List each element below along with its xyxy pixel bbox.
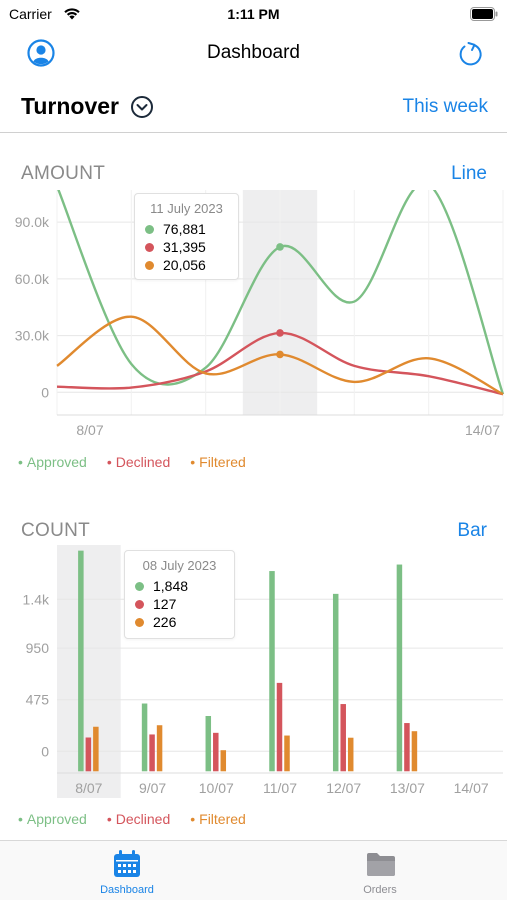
- bar-declined: [404, 723, 410, 772]
- x-tick-label: 14/07: [454, 780, 489, 796]
- declined-dot: [145, 242, 154, 252]
- legend-filtered-label: Filtered: [199, 454, 246, 470]
- count-legend: • Approved • Declined • Filtered: [18, 811, 246, 827]
- count-chart-type-button[interactable]: Bar: [457, 520, 487, 542]
- approved-dot: [145, 224, 154, 234]
- y-tick-label: 950: [26, 640, 50, 656]
- amount-tooltip-approved-row: 76,881: [135, 220, 238, 238]
- bar-approved: [269, 571, 275, 772]
- bar-filtered: [156, 725, 163, 772]
- page-title: Dashboard: [207, 42, 300, 63]
- legend-approved: • Approved: [18, 811, 87, 827]
- amount-tooltip-declined: 31,395: [163, 239, 206, 255]
- x-tick-label: 11/07: [263, 780, 297, 796]
- legend-approved-label: Approved: [26, 811, 87, 827]
- bar-filtered: [347, 737, 354, 772]
- x-tick-label: 14/07: [465, 422, 500, 438]
- x-tick-label: 10/07: [199, 780, 234, 796]
- bar-filtered: [411, 731, 418, 772]
- legend-declined-label: Declined: [115, 811, 171, 827]
- amount-legend: • Approved • Declined • Filtered: [18, 454, 246, 470]
- bar-filtered: [284, 735, 290, 772]
- count-section-title: COUNT: [21, 520, 91, 541]
- y-tick-label: 475: [26, 692, 50, 708]
- highlight-point-approved: [276, 243, 284, 251]
- navigation-bar: Dashboard: [0, 32, 507, 76]
- bar-declined: [213, 732, 219, 772]
- count-tooltip-filtered: 226: [153, 614, 177, 630]
- count-bar-chart: 0 475 950 1.4k 8/07 9/07 10/07 11/07 12/07 13/07 1…: [23, 545, 503, 798]
- count-tooltip-filtered-row: 226: [125, 613, 234, 631]
- legend-filtered-label: Filtered: [199, 811, 246, 827]
- x-tick-label: 9/07: [139, 780, 166, 796]
- calendar-icon: [114, 850, 140, 877]
- turnover-header: Turnover This week: [0, 88, 507, 128]
- amount-tooltip-filtered-row: 20,056: [135, 256, 238, 274]
- bar-filtered: [220, 750, 227, 772]
- count-tooltip-declined-row: 127: [125, 595, 234, 613]
- y-tick-label: 90.0k: [15, 214, 50, 230]
- legend-filtered: • Filtered: [190, 454, 246, 470]
- amount-chart-type-button[interactable]: Line: [451, 163, 487, 185]
- bar-approved: [396, 564, 403, 772]
- bar-filtered: [93, 726, 99, 772]
- x-tick-label: 8/07: [76, 422, 103, 438]
- x-tick-label: 8/07: [75, 780, 102, 796]
- amount-tooltip-date: 11 July 2023: [150, 201, 223, 216]
- amount-tooltip: 11 July 2023 76,881 31,395 20,056: [134, 193, 239, 280]
- bar-approved: [332, 593, 339, 772]
- bar-declined: [340, 704, 346, 772]
- filtered-dot: [135, 617, 144, 627]
- tab-orders[interactable]: Orders: [310, 841, 450, 900]
- y-tick-label: 0: [41, 384, 49, 400]
- highlight-point-filtered: [276, 350, 284, 359]
- declined-dot: [135, 599, 144, 609]
- x-tick-label: 12/07: [326, 780, 361, 796]
- chevron-down-icon[interactable]: [130, 95, 154, 119]
- count-tooltip-approved: 1,848: [153, 578, 189, 594]
- legend-approved: • Approved: [18, 454, 87, 470]
- legend-declined-label: Declined: [115, 454, 171, 470]
- battery-icon: [470, 7, 498, 21]
- bar-declined: [276, 682, 283, 772]
- legend-declined: • Declined: [106, 811, 171, 827]
- x-tick-label: 13/07: [390, 780, 425, 796]
- y-tick-label: 0: [41, 743, 49, 759]
- clock-label: 1:11 PM: [227, 6, 280, 22]
- y-tick-label: 60.0k: [15, 271, 50, 287]
- approved-dot: [135, 581, 144, 591]
- y-tick-label: 30.0k: [15, 328, 50, 344]
- bar-approved: [78, 550, 84, 772]
- amount-tooltip-declined-row: 31,395: [135, 238, 238, 256]
- tab-bar: Dashboard Orders: [0, 840, 507, 900]
- header-divider: [0, 132, 507, 133]
- tab-dashboard[interactable]: Dashboard: [57, 841, 197, 900]
- amount-tooltip-approved: 76,881: [163, 221, 206, 237]
- count-tooltip-approved-row: 1,848: [125, 577, 234, 595]
- count-tooltip: 08 July 2023 1,848 127 226: [124, 550, 235, 639]
- highlight-point-declined: [276, 329, 284, 337]
- folder-icon: [367, 853, 395, 876]
- filtered-dot: [145, 260, 154, 270]
- amount-tooltip-filtered: 20,056: [163, 257, 206, 273]
- bar-declined: [149, 734, 155, 772]
- legend-approved-label: Approved: [26, 454, 87, 470]
- turnover-title: Turnover: [21, 93, 119, 119]
- tab-dashboard-label: Dashboard: [100, 884, 154, 896]
- tab-orders-label: Orders: [363, 884, 397, 896]
- amount-section-title: AMOUNT: [21, 163, 106, 184]
- bar-approved: [141, 703, 148, 772]
- bar-approved: [205, 716, 212, 772]
- y-tick-label: 1.4k: [23, 591, 50, 607]
- period-selector[interactable]: This week: [402, 96, 488, 118]
- count-tooltip-declined: 127: [153, 596, 177, 612]
- legend-filtered: • Filtered: [190, 811, 246, 827]
- legend-declined: • Declined: [106, 454, 171, 470]
- count-tooltip-date: 08 July 2023: [142, 558, 217, 573]
- status-bar: Carrier 1:11 PM: [0, 0, 507, 30]
- refresh-icon[interactable]: [455, 38, 483, 68]
- bar-declined: [85, 737, 92, 772]
- amount-line-chart: 0 30.0k 60.0k 90.0k 8/07 14/07: [15, 190, 505, 438]
